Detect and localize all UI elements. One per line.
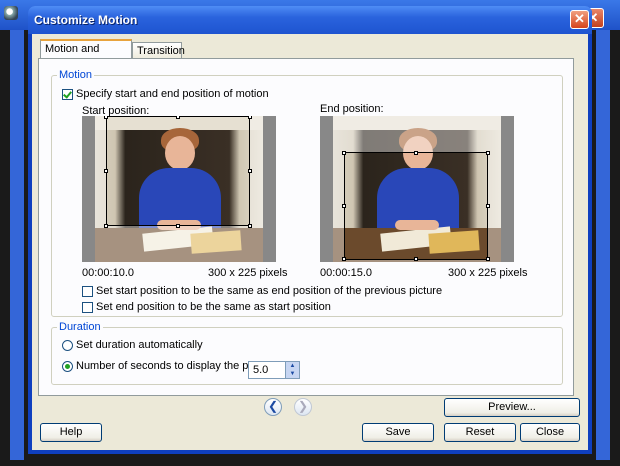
resize-handle[interactable] (486, 204, 490, 208)
duration-auto-label: Set duration automatically (76, 339, 203, 351)
save-button[interactable]: Save (362, 423, 434, 442)
next-picture-button[interactable]: ❯ (294, 398, 312, 416)
tab-panel: Motion Specify start and end position of… (38, 58, 574, 396)
dialog-close-icon[interactable]: ✕ (570, 10, 589, 29)
dialog-client-area: Motion and Duration Transition Motion Sp… (32, 34, 588, 450)
end-time: 00:00:15.0 (320, 267, 372, 279)
motion-group: Motion Specify start and end position of… (51, 69, 563, 317)
previous-picture-button[interactable]: ❮ (264, 398, 282, 416)
resize-handle[interactable] (342, 257, 346, 261)
end-same-as-start-checkbox[interactable] (82, 302, 93, 313)
start-time: 00:00:10.0 (82, 267, 134, 279)
resize-handle[interactable] (248, 169, 252, 173)
resize-handle[interactable] (342, 151, 346, 155)
background-left-edge (10, 30, 24, 460)
end-position-label: End position: (320, 103, 384, 115)
resize-handle[interactable] (248, 116, 252, 119)
chevron-left-icon: ❮ (267, 399, 279, 413)
end-same-as-start-label: Set end position to be the same as start… (96, 301, 331, 313)
background-right-edge (596, 30, 610, 460)
help-button[interactable]: Help (40, 423, 102, 442)
duration-seconds-radio[interactable] (62, 361, 73, 372)
resize-handle[interactable] (486, 151, 490, 155)
stepper-arrows[interactable]: ▲ ▼ (285, 362, 299, 378)
duration-group-label: Duration (57, 321, 103, 333)
duration-auto-radio[interactable] (62, 340, 73, 351)
stepper-down-icon[interactable]: ▼ (286, 370, 299, 378)
resize-handle[interactable] (104, 116, 108, 119)
resize-handle[interactable] (414, 257, 418, 261)
start-size: 300 x 225 pixels (208, 267, 288, 279)
resize-handle[interactable] (176, 224, 180, 228)
resize-handle[interactable] (248, 224, 252, 228)
end-size: 300 x 225 pixels (448, 267, 528, 279)
start-same-as-previous-checkbox[interactable] (82, 286, 93, 297)
close-button[interactable]: Close (520, 423, 580, 442)
app-icon (4, 6, 18, 20)
duration-group: Duration Set duration automatically Numb… (51, 321, 563, 385)
tab-motion-and-duration[interactable]: Motion and Duration (40, 39, 132, 72)
end-selection-rectangle[interactable] (344, 152, 488, 260)
reset-button[interactable]: Reset (444, 423, 516, 442)
dialog-title-bar[interactable]: Customize Motion ✕ (28, 6, 592, 34)
resize-handle[interactable] (104, 169, 108, 173)
preview-button[interactable]: Preview... (444, 398, 580, 417)
seconds-value: 5.0 (253, 364, 269, 376)
resize-handle[interactable] (414, 151, 418, 155)
end-position-preview[interactable] (320, 116, 514, 262)
customize-motion-dialog: Customize Motion ✕ Motion and Duration T… (28, 6, 592, 454)
resize-handle[interactable] (176, 116, 180, 119)
resize-handle[interactable] (342, 204, 346, 208)
dialog-title: Customize Motion (34, 13, 138, 27)
motion-group-label: Motion (57, 69, 95, 81)
start-same-as-previous-label: Set start position to be the same as end… (96, 285, 443, 297)
start-position-preview[interactable] (82, 116, 276, 262)
resize-handle[interactable] (104, 224, 108, 228)
start-selection-rectangle[interactable] (106, 116, 250, 226)
duration-seconds-label: Number of seconds to display the picture (76, 360, 276, 372)
stepper-up-icon[interactable]: ▲ (286, 362, 299, 370)
specify-motion-checkbox[interactable] (62, 89, 73, 100)
resize-handle[interactable] (486, 257, 490, 261)
seconds-stepper[interactable]: 5.0 ▲ ▼ (248, 361, 300, 379)
specify-motion-label: Specify start and end position of motion (76, 88, 269, 100)
chevron-right-icon: ❯ (297, 399, 309, 413)
